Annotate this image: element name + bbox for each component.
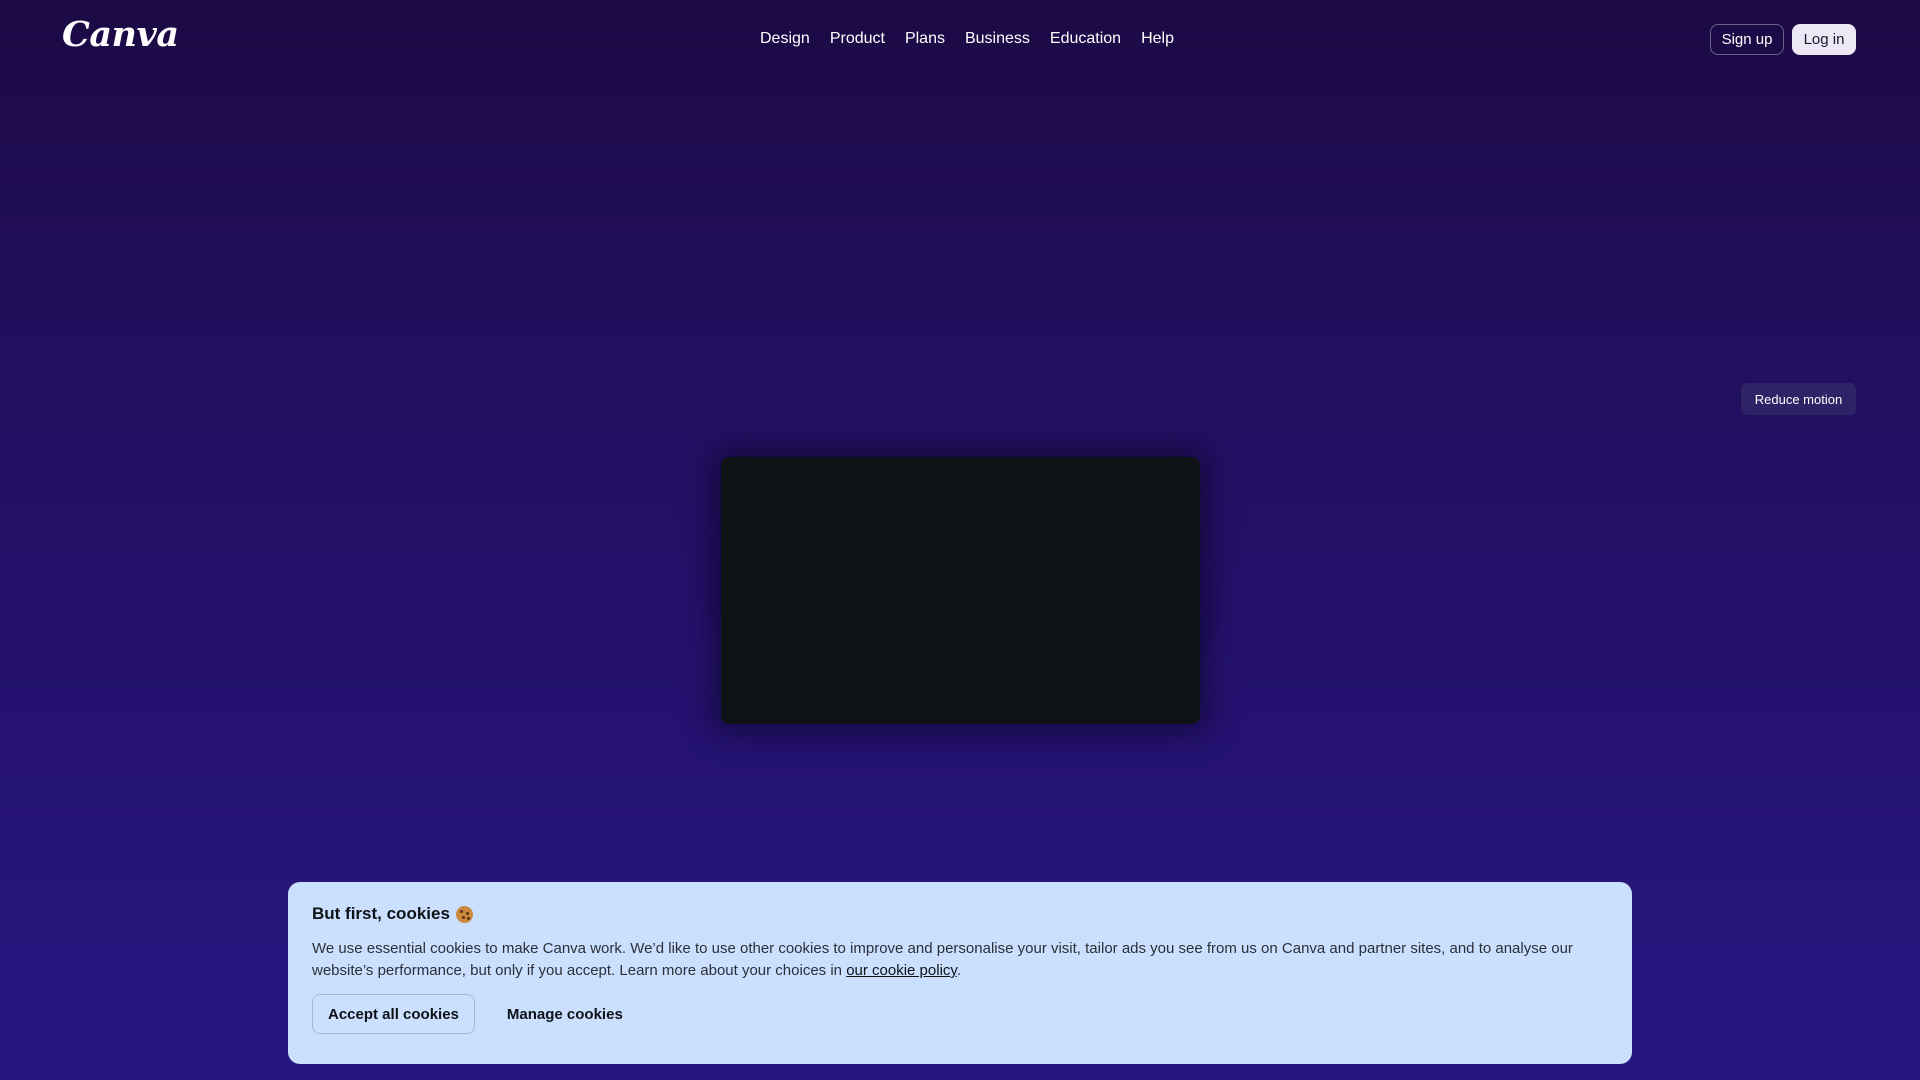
nav-item-plans[interactable]: Plans	[895, 28, 955, 50]
site-header: Canva Design Product Plans Business Educ…	[0, 0, 1920, 80]
reduce-motion-button[interactable]: Reduce motion	[1741, 383, 1856, 415]
nav-item-business[interactable]: Business	[955, 28, 1040, 50]
cookie-banner-title-text: But first, cookies	[312, 904, 450, 923]
nav-item-design[interactable]: Design	[740, 28, 820, 50]
cookie-banner: But first, cookies We use essential cook…	[288, 882, 1632, 1064]
nav-item-education[interactable]: Education	[1040, 28, 1131, 50]
cookie-banner-title: But first, cookies	[312, 904, 1608, 924]
accept-all-cookies-button[interactable]: Accept all cookies	[312, 994, 475, 1034]
nav-item-product[interactable]: Product	[820, 28, 895, 50]
manage-cookies-button[interactable]: Manage cookies	[491, 994, 639, 1034]
cookie-banner-text: We use essential cookies to make Canva w…	[312, 938, 1602, 982]
nav-item-help[interactable]: Help	[1131, 28, 1184, 50]
cookie-icon	[455, 905, 473, 923]
cookie-text-end: .	[956, 962, 961, 979]
canva-logo[interactable]: Canva	[62, 14, 179, 55]
main-nav: Design Product Plans Business Education …	[740, 28, 1184, 50]
cookie-policy-link[interactable]: our cookie policy	[846, 962, 957, 979]
hero-video-frame	[721, 457, 1200, 724]
login-button[interactable]: Log in	[1792, 24, 1856, 55]
cookie-actions: Accept all cookies Manage cookies	[312, 994, 1608, 1034]
signup-button[interactable]: Sign up	[1710, 24, 1784, 55]
